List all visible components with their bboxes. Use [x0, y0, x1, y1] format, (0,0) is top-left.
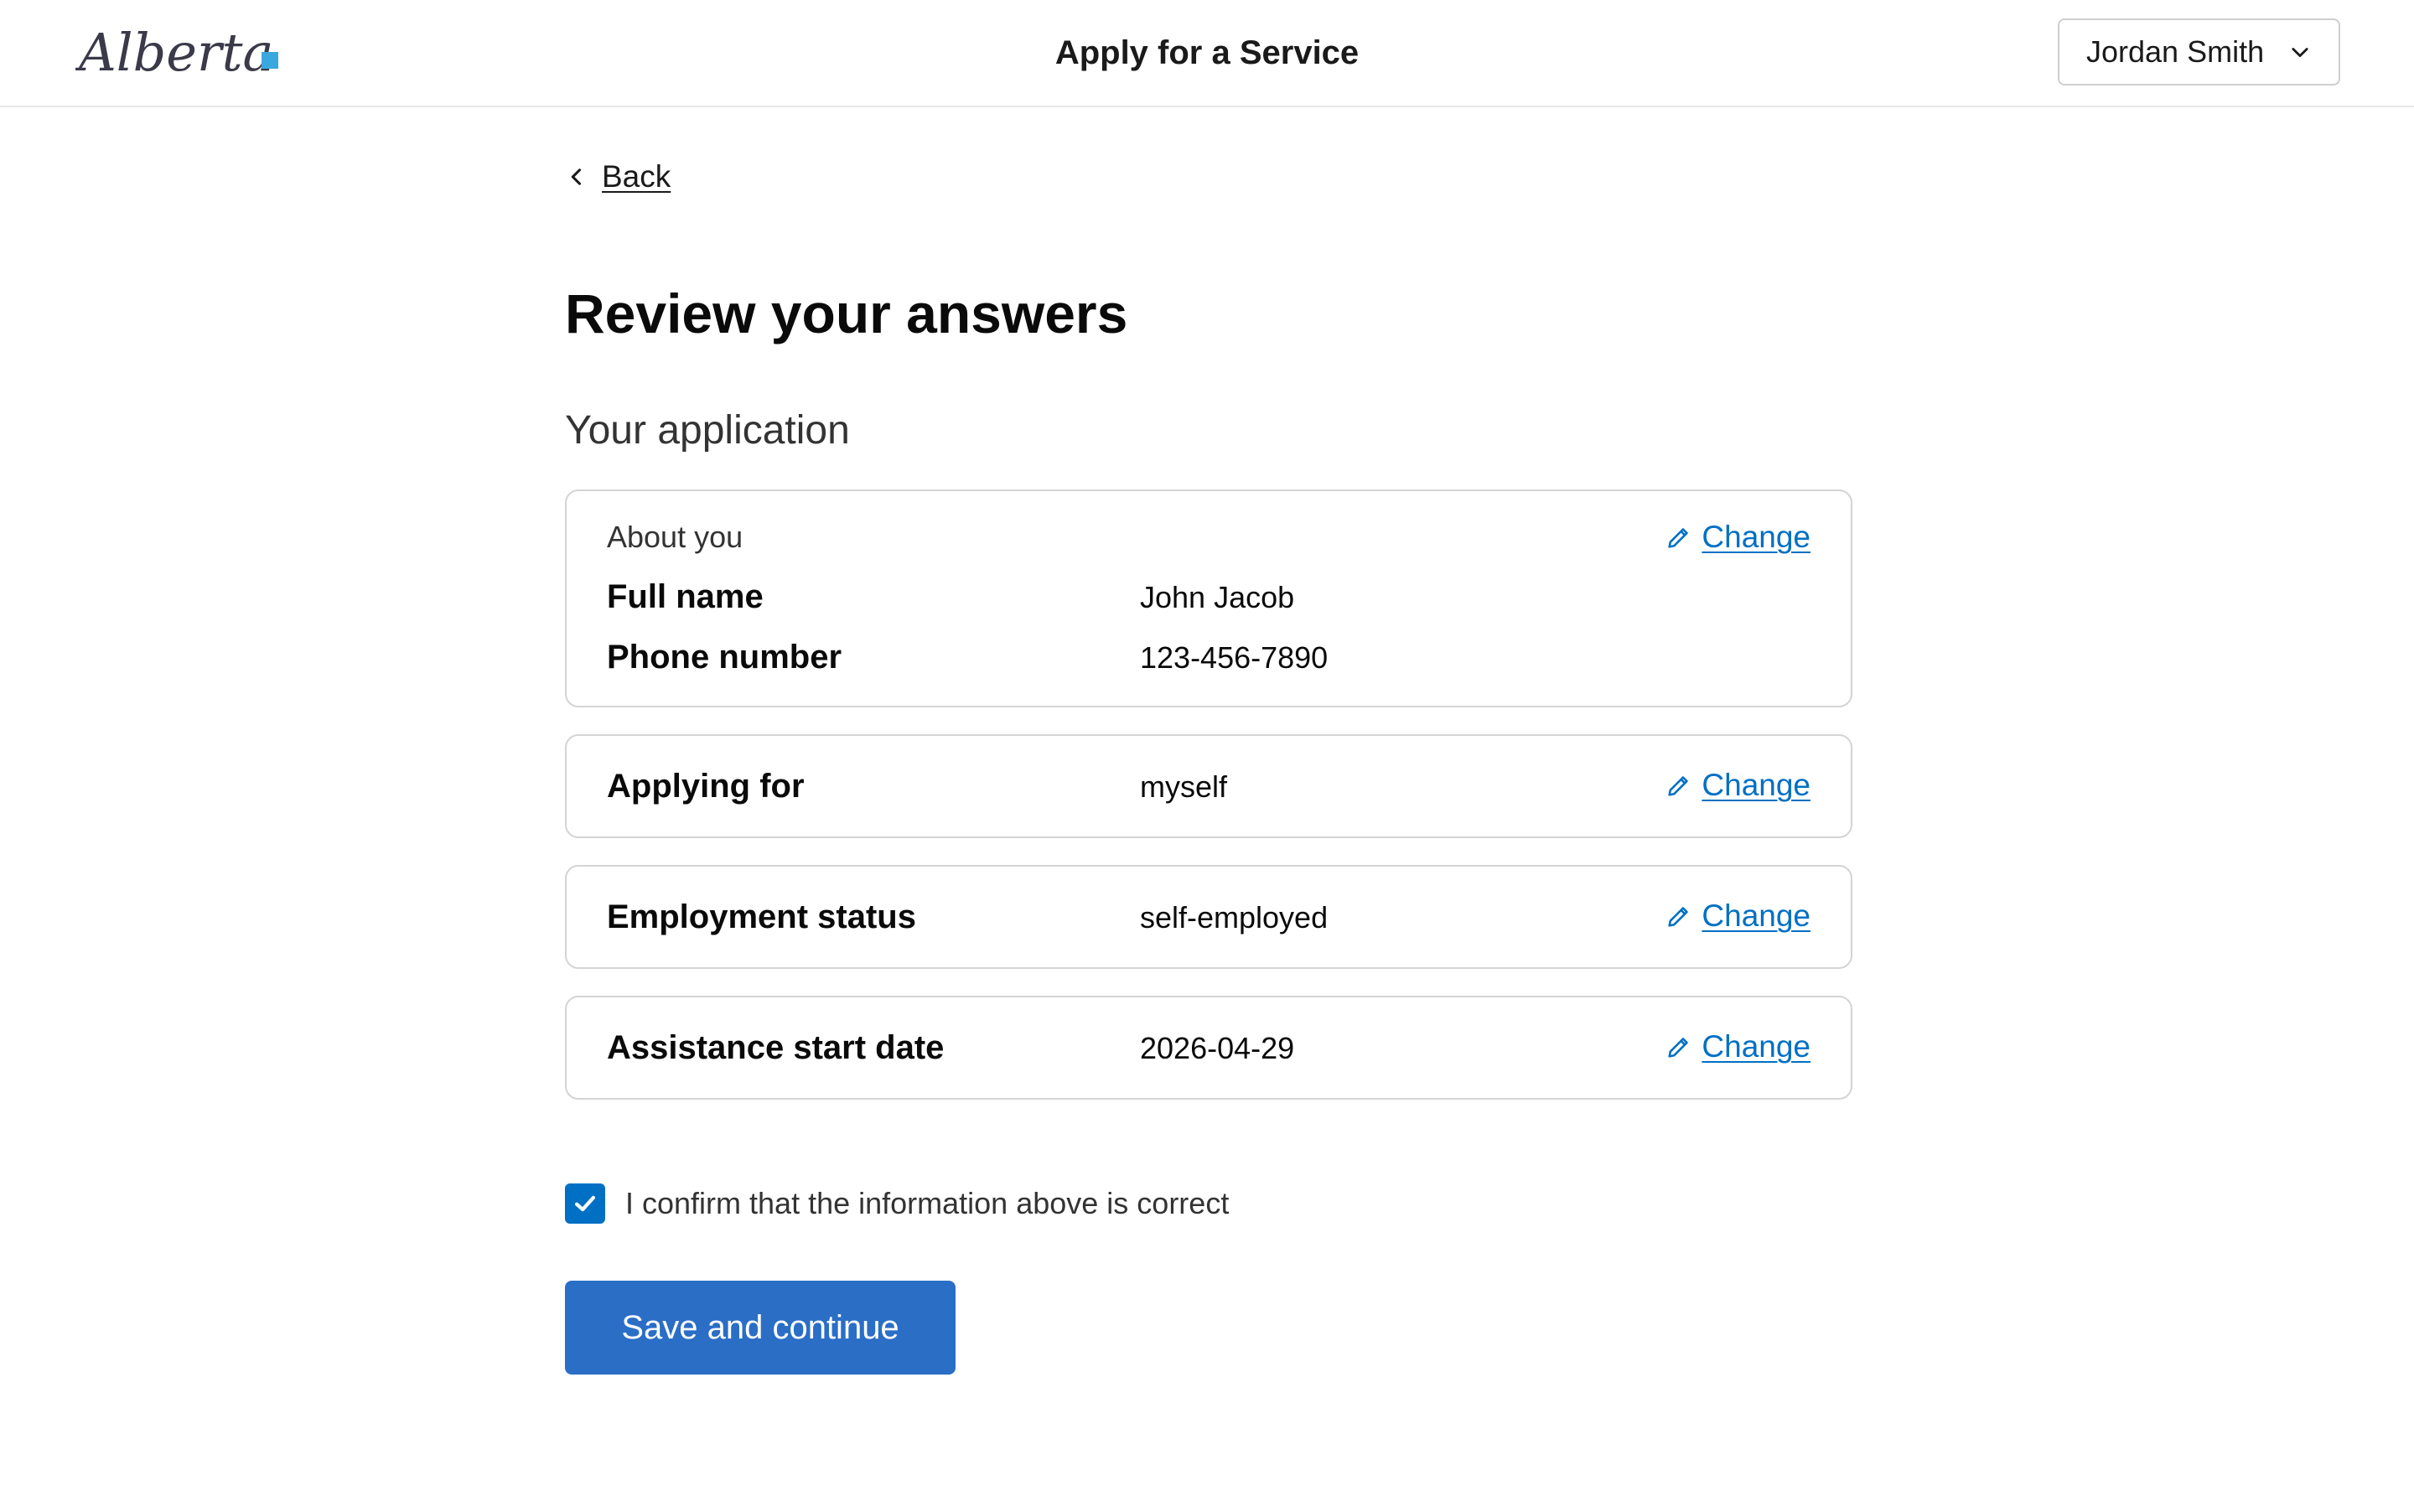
employment-status-card: Employment status self-employed Change — [565, 865, 1852, 969]
phone-number-value: 123-456-7890 — [1140, 640, 1329, 675]
pencil-icon — [1668, 907, 1689, 927]
page-title: Review your answers — [565, 282, 1128, 344]
full-name-value: John Jacob — [1140, 580, 1295, 614]
change-applying-for-link[interactable]: Change — [1665, 768, 1810, 803]
pencil-icon — [1668, 1038, 1689, 1058]
pencil-icon — [1668, 528, 1689, 548]
user-menu-button[interactable]: Jordan Smith — [2058, 18, 2340, 85]
applying-for-value: myself — [1140, 769, 1228, 804]
save-and-continue-button[interactable]: Save and continue — [565, 1281, 956, 1375]
change-link-label: Change — [1702, 1029, 1810, 1064]
assistance-start-date-label: Assistance start date — [607, 1029, 945, 1066]
assistance-start-date-card: Assistance start date 2026-04-29 Change — [565, 996, 1852, 1100]
confirm-checkbox[interactable] — [565, 1183, 605, 1224]
applying-for-card: Applying for myself Change — [565, 734, 1852, 838]
full-name-label: Full name — [607, 578, 764, 615]
confirm-row: I confirm that the information above is … — [565, 1183, 1229, 1224]
employment-status-label: Employment status — [607, 898, 916, 935]
confirm-label: I confirm that the information above is … — [625, 1186, 1230, 1220]
section-title: Your application — [565, 408, 850, 453]
chevron-down-icon — [2292, 48, 2308, 58]
chevron-left-icon — [571, 168, 582, 185]
change-link-label: Change — [1702, 768, 1810, 802]
change-assistance-start-date-link[interactable]: Change — [1665, 1029, 1810, 1064]
applying-for-label: Applying for — [607, 768, 805, 805]
phone-number-label: Phone number — [607, 639, 842, 676]
back-link[interactable]: Back — [565, 159, 671, 194]
checkmark-icon — [574, 1195, 596, 1212]
app-title: Apply for a Service — [1054, 34, 1360, 71]
employment-status-value: self-employed — [1140, 900, 1329, 935]
back-link-label: Back — [602, 159, 671, 194]
about-you-card: About you Change Full name John Jacob Ph… — [565, 489, 1852, 707]
user-name: Jordan Smith — [2086, 34, 2265, 69]
about-you-heading: About you — [607, 520, 743, 554]
app-header: Alberta Apply for a Service Jordan Smith — [0, 0, 2414, 107]
change-link-label: Change — [1702, 898, 1810, 933]
change-about-you-link[interactable]: Change — [1665, 520, 1810, 555]
assistance-start-date-value: 2026-04-29 — [1140, 1031, 1295, 1065]
change-employment-status-link[interactable]: Change — [1665, 898, 1810, 934]
pencil-icon — [1668, 776, 1689, 796]
change-link-label: Change — [1702, 520, 1810, 554]
